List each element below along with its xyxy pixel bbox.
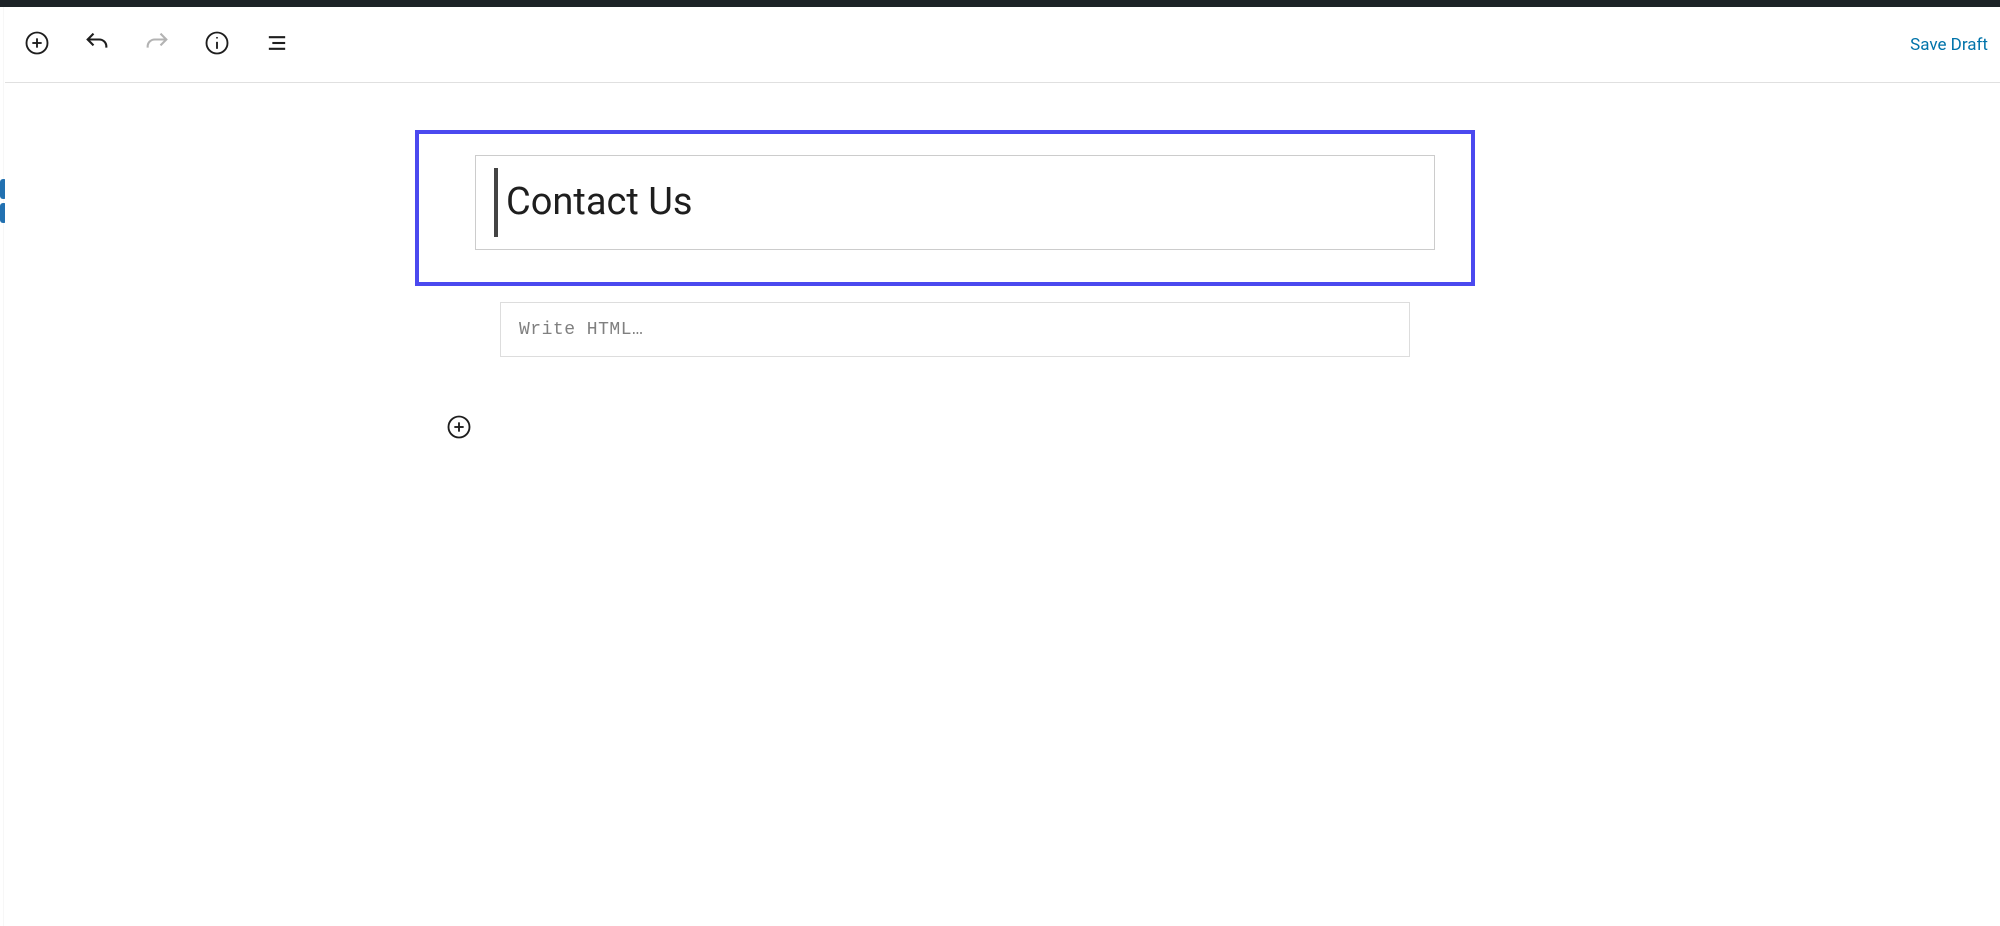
editor-inner bbox=[475, 155, 1535, 443]
editor-shell: Save Draft bbox=[5, 7, 2000, 926]
list-outline-icon bbox=[263, 29, 291, 61]
title-caret-indicator bbox=[494, 168, 498, 237]
undo-icon bbox=[83, 29, 111, 61]
add-block-inline-button[interactable] bbox=[445, 415, 473, 443]
toolbar-left-group bbox=[17, 25, 297, 65]
add-block-button[interactable] bbox=[17, 25, 57, 65]
left-edge-strip bbox=[0, 7, 4, 926]
plus-circle-icon bbox=[445, 413, 473, 445]
html-block-input[interactable] bbox=[519, 320, 1391, 340]
post-title-input[interactable] bbox=[494, 178, 1416, 227]
redo-button[interactable] bbox=[137, 25, 177, 65]
editor-toolbar: Save Draft bbox=[5, 7, 2000, 83]
info-icon bbox=[203, 29, 231, 61]
custom-html-block[interactable] bbox=[500, 302, 1410, 357]
outline-button[interactable] bbox=[257, 25, 297, 65]
save-draft-button[interactable]: Save Draft bbox=[1910, 35, 1988, 55]
redo-icon bbox=[143, 29, 171, 61]
editor-content-area bbox=[5, 83, 2000, 926]
post-title-block[interactable] bbox=[475, 155, 1435, 250]
undo-button[interactable] bbox=[77, 25, 117, 65]
plus-circle-icon bbox=[23, 29, 51, 61]
top-app-bar bbox=[0, 0, 2000, 7]
info-button[interactable] bbox=[197, 25, 237, 65]
